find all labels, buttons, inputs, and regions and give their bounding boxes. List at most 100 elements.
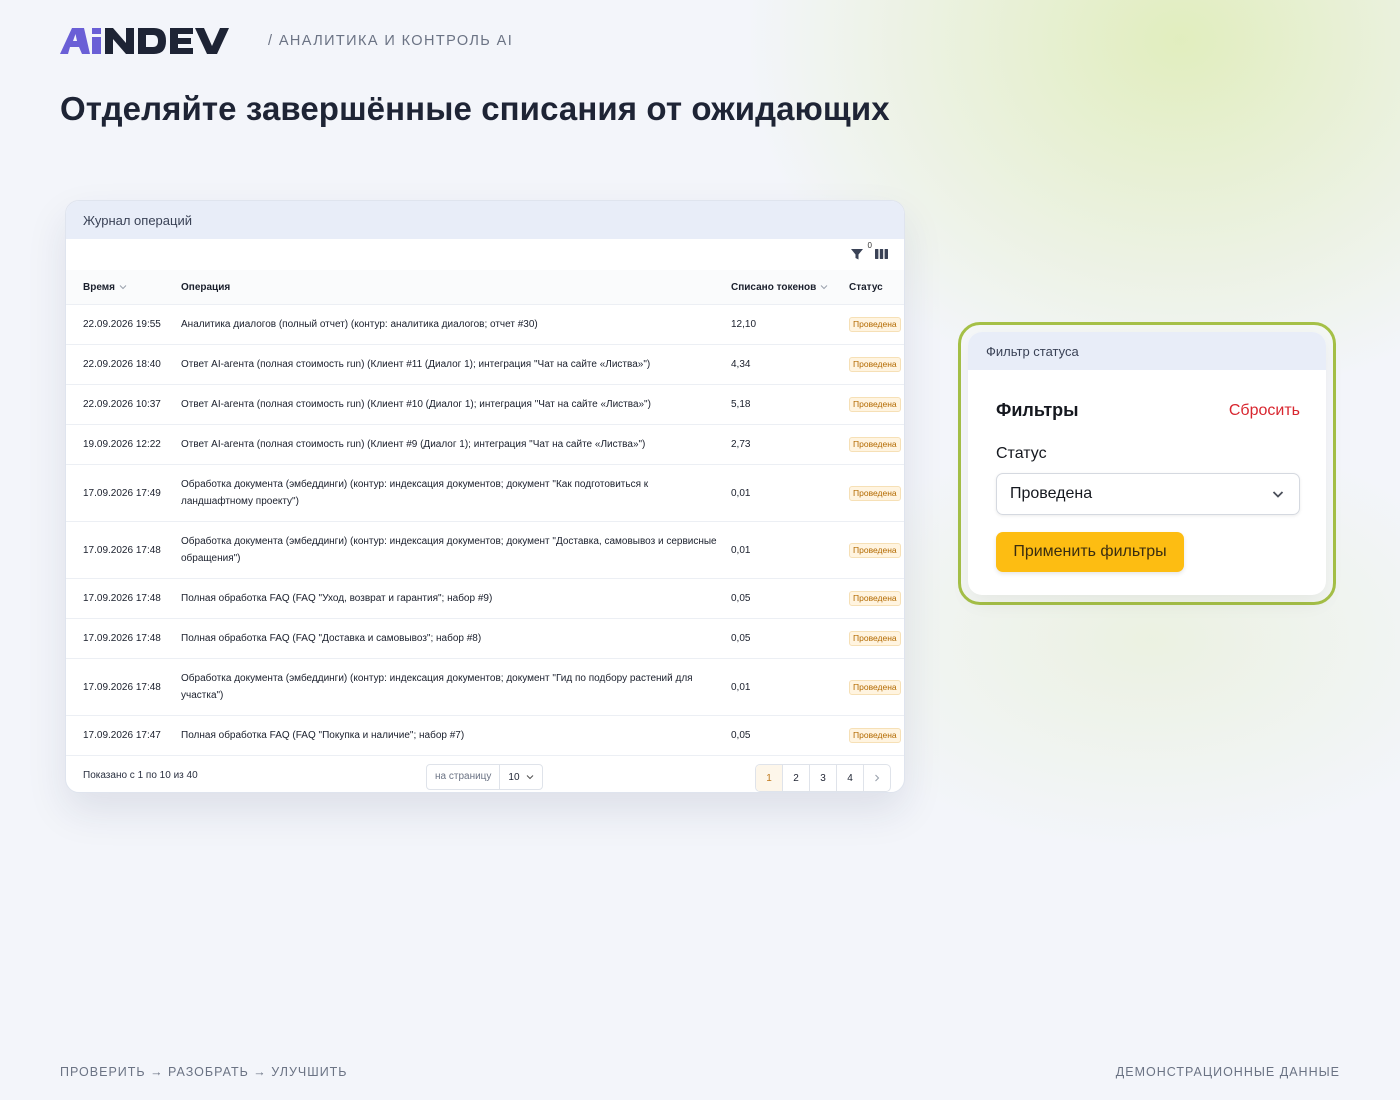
cell-status: Проведена: [849, 304, 904, 345]
cell-status: Проведена: [849, 424, 904, 465]
page-button-1[interactable]: 1: [756, 765, 783, 791]
next-page-button[interactable]: [864, 765, 890, 791]
cell-time: 17.09.2026 17:47: [66, 715, 181, 756]
tagline: / АНАЛИТИКА И КОНТРОЛЬ AI: [268, 33, 514, 49]
cell-time: 19.09.2026 12:22: [66, 424, 181, 465]
status-badge: Проведена: [849, 631, 901, 646]
cell-operation: Аналитика диалогов (полный отчет) (конту…: [181, 304, 731, 345]
cell-time: 17.09.2026 17:48: [66, 521, 181, 579]
cell-tokens: 2,73: [731, 424, 849, 465]
column-header-time-label: Время: [83, 281, 115, 293]
cell-time: 17.09.2026 17:48: [66, 618, 181, 659]
cell-status: Проведена: [849, 715, 904, 756]
cell-status: Проведена: [849, 578, 904, 619]
status-badge: Проведена: [849, 317, 901, 332]
cell-tokens: 5,18: [731, 384, 849, 425]
page-button-3[interactable]: 3: [810, 765, 837, 791]
table-row[interactable]: 17.09.2026 17:48 Обработка документа (эмб…: [66, 658, 904, 716]
filters-heading: Фильтры: [996, 400, 1079, 420]
table-row[interactable]: 22.09.2026 19:55 Аналитика диалогов (полн…: [66, 304, 904, 345]
journal-panel-title: Журнал операций: [66, 201, 904, 239]
status-filter-panel: Фильтр статуса Фильтры Сбросить Статус П…: [968, 332, 1326, 595]
column-header-tokens-label: Списано токенов: [731, 281, 817, 293]
column-header-operation: Операция: [181, 270, 731, 305]
page-button-4[interactable]: 4: [837, 765, 864, 791]
table-row[interactable]: 17.09.2026 17:48 Обработка документа (эмб…: [66, 521, 904, 579]
footer-steps: ПРОВЕРИТЬ → РАЗОБРАТЬ → УЛУЧШИТЬ: [60, 1065, 348, 1079]
brand-logo: [60, 28, 242, 54]
table-row[interactable]: 17.09.2026 17:48 Полная обработка FAQ (FA…: [66, 618, 904, 659]
cell-time: 17.09.2026 17:48: [66, 578, 181, 619]
column-header-tokens[interactable]: Списано токенов: [731, 270, 849, 305]
page-button-2[interactable]: 2: [783, 765, 810, 791]
cell-status: Проведена: [849, 521, 904, 579]
journal-toolbar: 0: [66, 239, 904, 270]
table-row[interactable]: 17.09.2026 17:47 Полная обработка FAQ (FA…: [66, 715, 904, 756]
status-badge: Проведена: [849, 437, 901, 452]
operations-journal-panel: Журнал операций 0 Время Операция Списано…: [65, 200, 905, 793]
chevron-down-icon: [526, 775, 533, 780]
apply-filters-button[interactable]: Применить фильтры: [996, 532, 1184, 572]
pagination-bar: Показано с 1 по 10 из 40 на страницу 10 …: [66, 756, 904, 792]
table-header-row: Время Операция Списано токенов Статус: [66, 270, 904, 305]
status-field-label: Статус: [996, 445, 1047, 462]
cell-status: Проведена: [849, 658, 904, 716]
table-row[interactable]: 17.09.2026 17:48 Полная обработка FAQ (FA…: [66, 578, 904, 619]
shown-range-text: Показано с 1 по 10 из 40: [83, 770, 198, 781]
cell-operation: Полная обработка FAQ (FAQ "Доставка и са…: [181, 618, 731, 659]
cell-operation: Ответ AI-агента (полная стоимость run) (…: [181, 384, 731, 425]
cell-operation: Ответ AI-агента (полная стоимость run) (…: [181, 344, 731, 385]
sort-chevron-icon: [119, 285, 127, 290]
cell-tokens: 0,05: [731, 618, 849, 659]
filter-icon[interactable]: [850, 247, 864, 261]
table-row[interactable]: 17.09.2026 17:49 Обработка документа (эмб…: [66, 464, 904, 522]
page-buttons: 1 2 3 4: [755, 764, 891, 792]
status-badge: Проведена: [849, 357, 901, 372]
status-badge: Проведена: [849, 591, 901, 606]
cell-tokens: 0,05: [731, 578, 849, 619]
cell-operation: Полная обработка FAQ (FAQ "Уход, возврат…: [181, 578, 731, 619]
status-badge: Проведена: [849, 397, 901, 412]
columns-icon[interactable]: [875, 248, 888, 260]
cell-operation: Ответ AI-агента (полная стоимость run) (…: [181, 424, 731, 465]
sort-chevron-icon: [820, 285, 828, 290]
active-filter-count: 0: [867, 241, 872, 250]
status-badge: Проведена: [849, 485, 901, 501]
cell-time: 22.09.2026 18:40: [66, 344, 181, 385]
cell-operation: Обработка документа (эмбеддинги) (контур…: [181, 521, 731, 579]
footer-demo-note: ДЕМОНСТРАЦИОННЫЕ ДАННЫЕ: [1115, 1065, 1340, 1079]
cell-tokens: 4,34: [731, 344, 849, 385]
operations-table: Время Операция Списано токенов Статус 22…: [66, 270, 904, 756]
per-page-label: на страницу: [427, 765, 501, 789]
status-filter-highlight: Фильтр статуса Фильтры Сбросить Статус П…: [958, 322, 1336, 605]
column-header-time[interactable]: Время: [66, 270, 181, 305]
per-page-value: 10: [508, 771, 520, 783]
operations-table-body: 22.09.2026 19:55 Аналитика диалогов (полн…: [66, 304, 904, 756]
status-badge: Проведена: [849, 679, 901, 695]
chevron-down-icon: [1272, 491, 1284, 498]
page-headline: Отделяйте завершённые списания от ожидаю…: [60, 90, 890, 127]
cell-time: 22.09.2026 10:37: [66, 384, 181, 425]
status-select-value: Проведена: [1010, 485, 1093, 502]
cell-tokens: 0,01: [731, 521, 849, 579]
cell-time: 17.09.2026 17:49: [66, 464, 181, 522]
cell-operation: Полная обработка FAQ (FAQ "Покупка и нал…: [181, 715, 731, 756]
cell-tokens: 0,05: [731, 715, 849, 756]
table-row[interactable]: 19.09.2026 12:22 Ответ AI-агента (полная …: [66, 424, 904, 465]
cell-status: Проведена: [849, 464, 904, 522]
cell-time: 17.09.2026 17:48: [66, 658, 181, 716]
cell-tokens: 12,10: [731, 304, 849, 345]
cell-tokens: 0,01: [731, 658, 849, 716]
cell-time: 22.09.2026 19:55: [66, 304, 181, 345]
per-page-control: на страницу 10: [426, 764, 543, 790]
status-select[interactable]: Проведена: [996, 473, 1300, 515]
table-row[interactable]: 22.09.2026 10:37 Ответ AI-агента (полная …: [66, 384, 904, 425]
filter-panel-title: Фильтр статуса: [968, 332, 1326, 370]
per-page-select[interactable]: 10: [500, 772, 541, 783]
reset-filters-button[interactable]: Сбросить: [1229, 402, 1300, 420]
column-header-status: Статус: [849, 270, 904, 305]
cell-tokens: 0,01: [731, 464, 849, 522]
table-row[interactable]: 22.09.2026 18:40 Ответ AI-агента (полная …: [66, 344, 904, 385]
filter-header: Фильтры Сбросить: [968, 370, 1326, 421]
status-badge: Проведена: [849, 728, 901, 743]
